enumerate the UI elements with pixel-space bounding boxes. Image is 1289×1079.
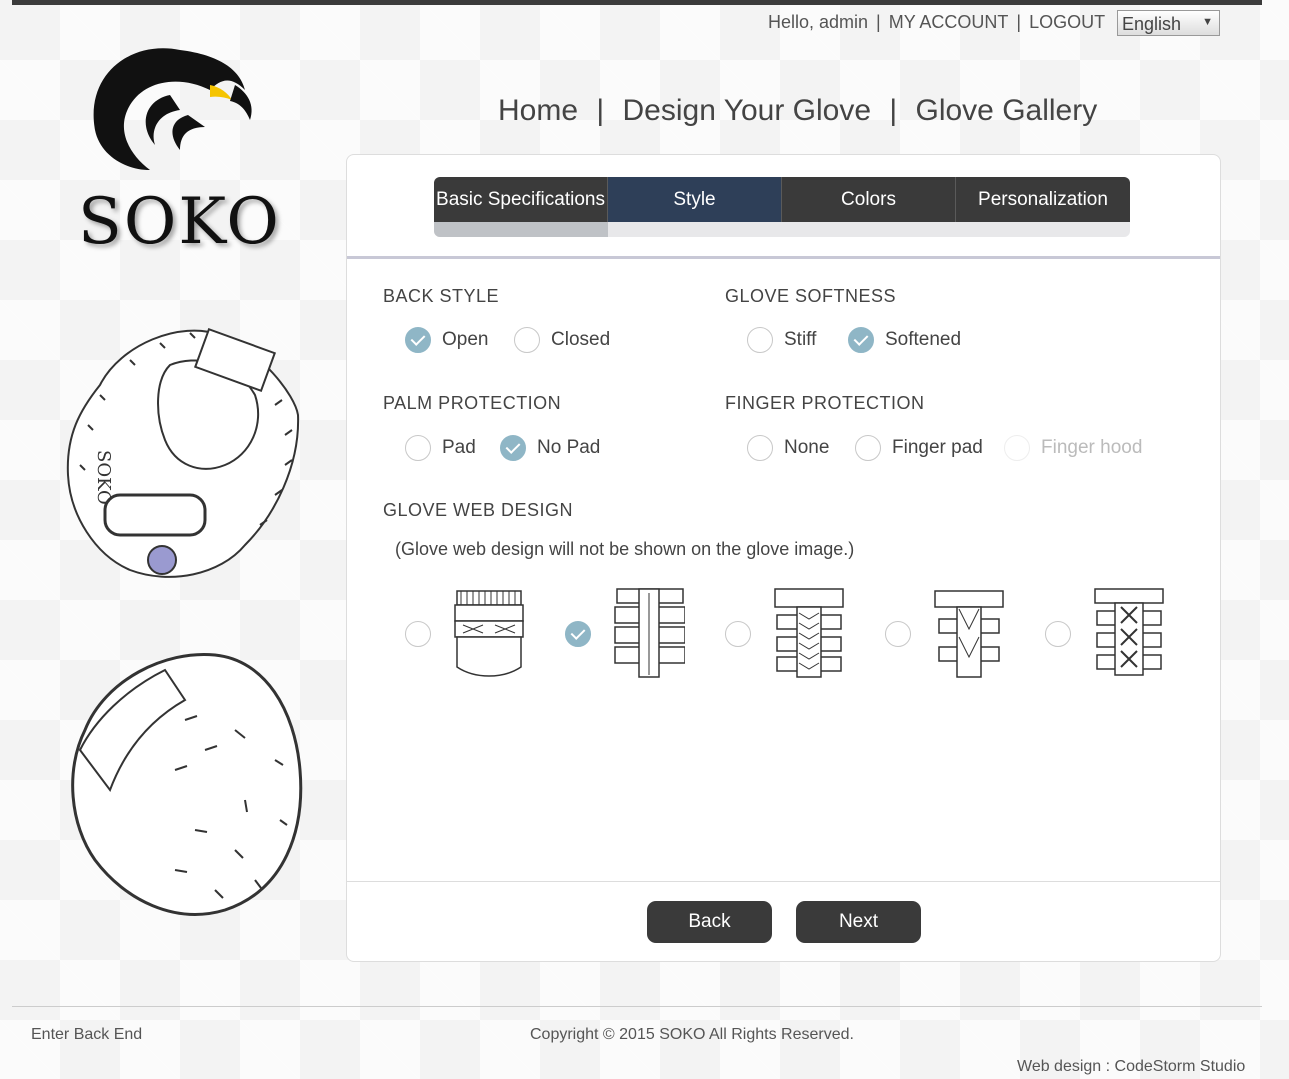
radio-icon	[747, 435, 773, 461]
step-progress-bar	[434, 222, 608, 237]
web-design-3-icon	[774, 588, 844, 678]
palm-pad-option[interactable]: Pad	[405, 435, 476, 461]
language-select[interactable]: English ▼	[1117, 10, 1220, 36]
glove-back-image: SOKO	[66, 327, 300, 578]
web-design-option-2[interactable]	[565, 585, 685, 683]
back-style-open-option[interactable]: Open	[405, 327, 488, 353]
palm-no-pad-option[interactable]: No Pad	[500, 435, 600, 461]
eagle-logo-icon	[93, 48, 252, 170]
soko-logo[interactable]: SOKO	[70, 35, 280, 259]
top-bar	[12, 0, 1262, 5]
finger-protection-title: FINGER PROTECTION	[725, 393, 925, 413]
design-panel: Basic Specifications Style Colors Person…	[346, 154, 1221, 962]
web-design-5-icon	[1094, 588, 1164, 676]
web-design-option-4[interactable]	[885, 585, 1005, 683]
softness-softened-option[interactable]: Softened	[848, 327, 961, 353]
copyright-text: Copyright © 2015 SOKO All Rights Reserve…	[530, 1026, 854, 1043]
finger-none-option[interactable]: None	[747, 435, 829, 461]
radio-icon	[885, 621, 911, 647]
web-design-credit: Web design : CodeStorm Studio	[1017, 1058, 1246, 1075]
web-design-option-1[interactable]	[405, 585, 525, 683]
finger-pad-option[interactable]: Finger pad	[855, 435, 983, 461]
radio-checked-icon	[848, 327, 874, 353]
back-style-title: BACK STYLE	[383, 286, 500, 306]
back-button[interactable]: Back	[647, 901, 772, 943]
finger-hood-option: Finger hood	[1004, 435, 1142, 461]
logo-wordmark: SOKO	[78, 185, 281, 259]
tab-style[interactable]: Style	[608, 177, 782, 222]
glove-softness-title: GLOVE SOFTNESS	[725, 286, 897, 306]
nav-home[interactable]: Home	[498, 94, 578, 127]
radio-icon	[405, 621, 431, 647]
web-design-note: (Glove web design will not be shown on t…	[395, 539, 855, 559]
web-design-1-icon	[454, 590, 524, 677]
radio-icon	[725, 621, 751, 647]
account-bar: Hello, admin | MY ACCOUNT | LOGOUT	[768, 12, 1106, 33]
radio-checked-icon	[565, 621, 591, 647]
radio-checked-icon	[500, 435, 526, 461]
web-design-2-icon	[614, 588, 685, 678]
radio-icon	[405, 435, 431, 461]
back-style-closed-option[interactable]: Closed	[514, 327, 610, 353]
back-end-link[interactable]: Enter Back End	[31, 1026, 142, 1044]
softness-stiff-option[interactable]: Stiff	[747, 327, 816, 353]
nav-glove-gallery[interactable]: Glove Gallery	[916, 94, 1098, 127]
divider	[347, 256, 1220, 259]
palm-protection-title: PALM PROTECTION	[383, 393, 562, 413]
my-account-link[interactable]: MY ACCOUNT	[889, 12, 1009, 33]
logout-link[interactable]: LOGOUT	[1029, 12, 1105, 33]
web-design-option-5[interactable]	[1045, 585, 1165, 683]
radio-icon	[855, 435, 881, 461]
footer-divider	[12, 1006, 1262, 1007]
tab-personalization[interactable]: Personalization	[956, 177, 1130, 222]
radio-icon	[514, 327, 540, 353]
radio-checked-icon	[405, 327, 431, 353]
step-tabs: Basic Specifications Style Colors Person…	[434, 177, 1130, 237]
divider	[347, 881, 1220, 882]
web-design-option-3[interactable]	[725, 585, 845, 683]
tab-colors[interactable]: Colors	[782, 177, 956, 222]
next-button[interactable]: Next	[796, 901, 921, 943]
svg-text:SOKO: SOKO	[93, 450, 114, 505]
tab-basic-specifications[interactable]: Basic Specifications	[434, 177, 608, 222]
glove-palm-image	[71, 652, 303, 916]
radio-icon	[1045, 621, 1071, 647]
web-design-title: GLOVE WEB DESIGN	[383, 500, 574, 520]
dropdown-arrow-icon: ▼	[1202, 16, 1213, 28]
radio-icon	[1004, 435, 1030, 461]
web-design-4-icon	[934, 590, 1004, 678]
radio-icon	[747, 327, 773, 353]
nav-design-your-glove[interactable]: Design Your Glove	[623, 94, 872, 127]
greeting-text: Hello, admin	[768, 12, 869, 32]
main-nav: Home | Design Your Glove | Glove Gallery	[498, 94, 1098, 127]
